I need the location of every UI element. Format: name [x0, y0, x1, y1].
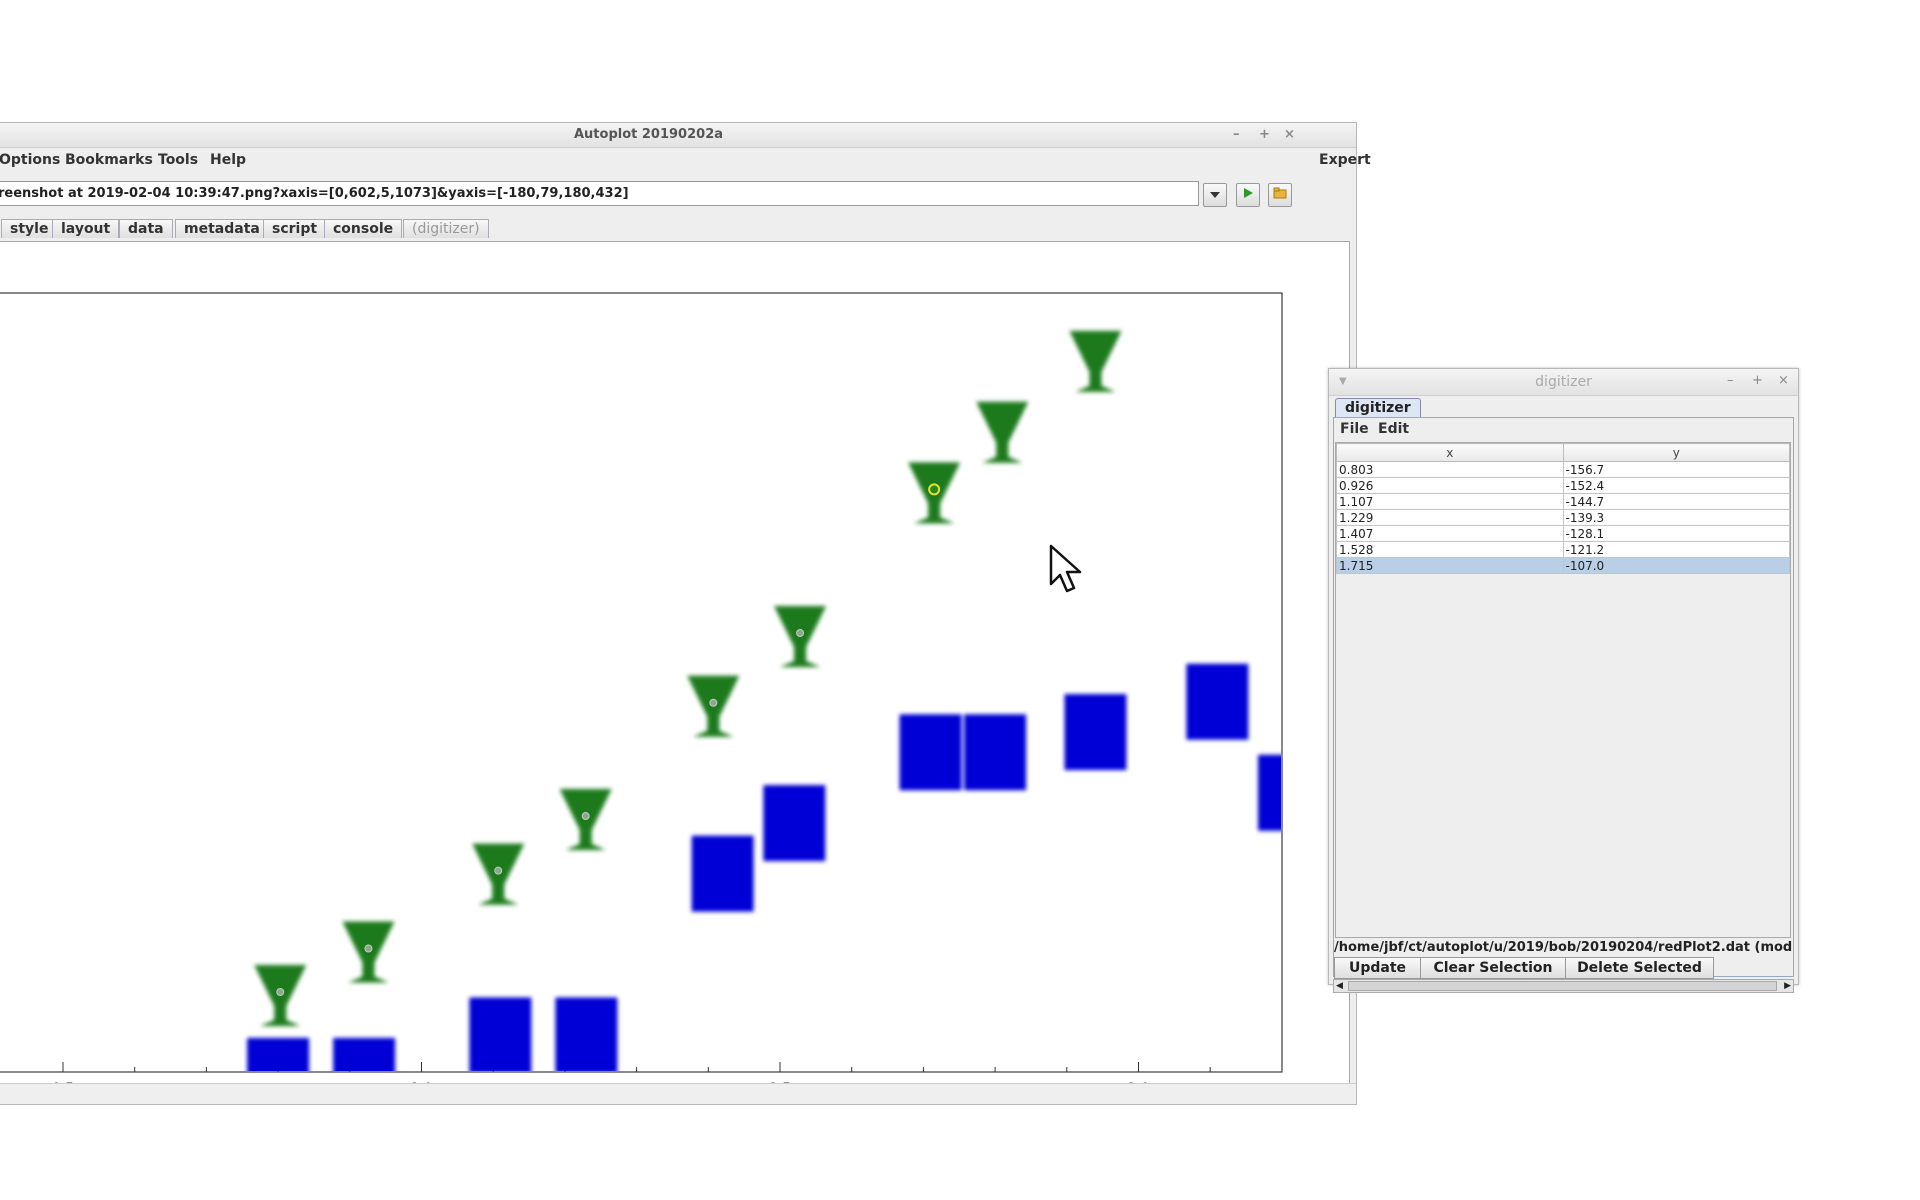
blue-square-marker	[555, 997, 618, 1071]
table-row[interactable]: 1.715 -107.0	[1336, 557, 1790, 574]
tab-console[interactable]: console	[324, 219, 403, 238]
play-icon	[1244, 188, 1253, 198]
tab-style[interactable]: style	[1, 219, 58, 238]
cell-y[interactable]: -107.0	[1562, 557, 1790, 574]
tab-layout[interactable]: layout	[52, 219, 120, 238]
cell-y[interactable]: -128.1	[1562, 525, 1790, 542]
digitized-point[interactable]	[364, 944, 373, 953]
window-menu-icon[interactable]: ▼	[1339, 369, 1347, 395]
scroll-right-icon[interactable]: ▶	[1784, 980, 1791, 992]
maximize-icon[interactable]: +	[1752, 369, 1763, 393]
cell-x[interactable]: 1.407	[1336, 525, 1564, 542]
column-header-y[interactable]: y	[1562, 443, 1790, 462]
green-triangle-marker	[1069, 330, 1122, 392]
blue-square-marker	[899, 714, 962, 791]
table-row[interactable]: 1.107 -144.7	[1336, 493, 1790, 510]
scroll-thumb[interactable]	[1348, 981, 1777, 991]
digitizer-titlebar[interactable]: ▼ digitizer – + ×	[1329, 369, 1798, 396]
plot-canvas[interactable]: 0.51.01.52.0	[0, 241, 1350, 1084]
menu-help[interactable]: Help	[210, 148, 246, 172]
table-row[interactable]: 1.407 -128.1	[1336, 525, 1790, 542]
table-row[interactable]: 0.926 -152.4	[1336, 477, 1790, 494]
digitized-point[interactable]	[276, 988, 285, 996]
cell-y[interactable]: -139.3	[1562, 509, 1790, 526]
uri-input[interactable]: reenshot at 2019-02-04 10:39:47.png?xaxi…	[0, 181, 1199, 206]
blue-square-marker	[333, 1037, 396, 1071]
autoplot-window: Autoplot 20190202a – + × Options Bookmar…	[0, 122, 1371, 1105]
blue-square-marker	[1064, 694, 1127, 771]
chevron-down-icon	[1210, 192, 1220, 198]
minimize-icon[interactable]: –	[1233, 123, 1240, 147]
digitized-point[interactable]	[796, 628, 805, 637]
folder-icon	[1273, 187, 1287, 199]
mouse-pointer-icon	[1049, 544, 1082, 593]
menu-bar: Options Bookmarks Tools Help Expert	[0, 148, 1371, 172]
marker-layer	[247, 330, 1281, 1071]
close-icon[interactable]: ×	[1778, 369, 1789, 393]
delete-selected-button[interactable]: Delete Selected	[1565, 957, 1714, 979]
points-table-container: x y 0.803 -156.7 0.926 -152.4 1.107 -144.7 1.2…	[1335, 442, 1791, 938]
digitizer-panel: File Edit x y 0.803 -156.7 0.926 -152.4 1.10…	[1333, 417, 1794, 979]
status-bar	[0, 1083, 1356, 1104]
cell-y[interactable]: -156.7	[1562, 461, 1790, 478]
window-titlebar[interactable]: Autoplot 20190202a – + ×	[0, 123, 1356, 148]
tab-digitizer-panel[interactable]: digitizer	[1335, 398, 1421, 417]
green-triangle-marker	[976, 401, 1029, 463]
menu-tools[interactable]: Tools	[158, 148, 198, 172]
table-row[interactable]: 0.803 -156.7	[1336, 461, 1790, 478]
points-table: x y 0.803 -156.7 0.926 -152.4 1.107 -144.7 1.2…	[1336, 443, 1790, 574]
menu-options[interactable]: Options	[0, 148, 60, 172]
digitized-point[interactable]	[709, 698, 718, 707]
table-row[interactable]: 1.229 -139.3	[1336, 509, 1790, 526]
tab-data[interactable]: data	[119, 219, 173, 238]
digitizer-title: digitizer	[1535, 374, 1592, 390]
minimize-icon[interactable]: –	[1727, 369, 1734, 393]
file-path-label: /home/jbf/ct/autoplot/u/2019/bob/2019020…	[1334, 940, 1793, 955]
cell-x[interactable]: 1.107	[1336, 493, 1564, 510]
blue-square-marker	[1186, 663, 1249, 740]
cell-x[interactable]: 0.926	[1336, 477, 1564, 494]
table-row[interactable]: 1.528 -121.2	[1336, 541, 1790, 558]
cell-x[interactable]: 1.715	[1336, 557, 1564, 574]
cell-x[interactable]: 1.229	[1336, 509, 1564, 526]
menu-bookmarks[interactable]: Bookmarks	[65, 148, 153, 172]
cell-y[interactable]: -152.4	[1562, 477, 1790, 494]
menu-file[interactable]: File	[1340, 418, 1369, 440]
digitizer-window: ▼ digitizer – + × digitizer File Edit x …	[1328, 368, 1799, 993]
blue-square-marker	[469, 997, 532, 1071]
tab-metadata[interactable]: metadata	[175, 219, 269, 238]
scroll-left-icon[interactable]: ◀	[1336, 980, 1343, 992]
cell-x[interactable]: 1.528	[1336, 541, 1564, 558]
cell-y[interactable]: -121.2	[1562, 541, 1790, 558]
maximize-icon[interactable]: +	[1259, 123, 1270, 147]
menu-edit[interactable]: Edit	[1378, 418, 1409, 440]
plot-go-button[interactable]	[1236, 183, 1260, 207]
blue-square-marker	[763, 785, 826, 862]
cell-y[interactable]: -144.7	[1562, 493, 1790, 510]
window-title: Autoplot 20190202a	[573, 127, 724, 142]
tab-script[interactable]: script	[263, 219, 327, 238]
blue-square-marker	[691, 835, 754, 912]
blue-square-marker	[964, 714, 1027, 791]
column-header-x[interactable]: x	[1336, 443, 1564, 462]
clear-selection-button[interactable]: Clear Selection	[1420, 957, 1566, 979]
tab-digitizer[interactable]: (digitizer)	[403, 219, 489, 238]
digitized-point[interactable]	[494, 866, 503, 875]
cell-x[interactable]: 0.803	[1336, 461, 1564, 478]
blue-square-marker	[247, 1037, 310, 1071]
digitized-point[interactable]	[581, 812, 590, 821]
plot-frame	[0, 292, 1283, 1073]
update-button[interactable]: Update	[1334, 957, 1421, 979]
browse-button[interactable]	[1268, 183, 1292, 207]
scatter-plot[interactable]: 0.51.01.52.0	[0, 242, 1347, 1083]
horizontal-scrollbar[interactable]: ◀ ▶	[1333, 979, 1794, 993]
expert-menu[interactable]: Expert	[1319, 148, 1371, 172]
blue-square-marker	[1258, 754, 1281, 831]
selected-digitized-point[interactable]	[928, 483, 941, 496]
close-icon[interactable]: ×	[1284, 123, 1295, 147]
uri-history-button[interactable]	[1203, 183, 1227, 207]
